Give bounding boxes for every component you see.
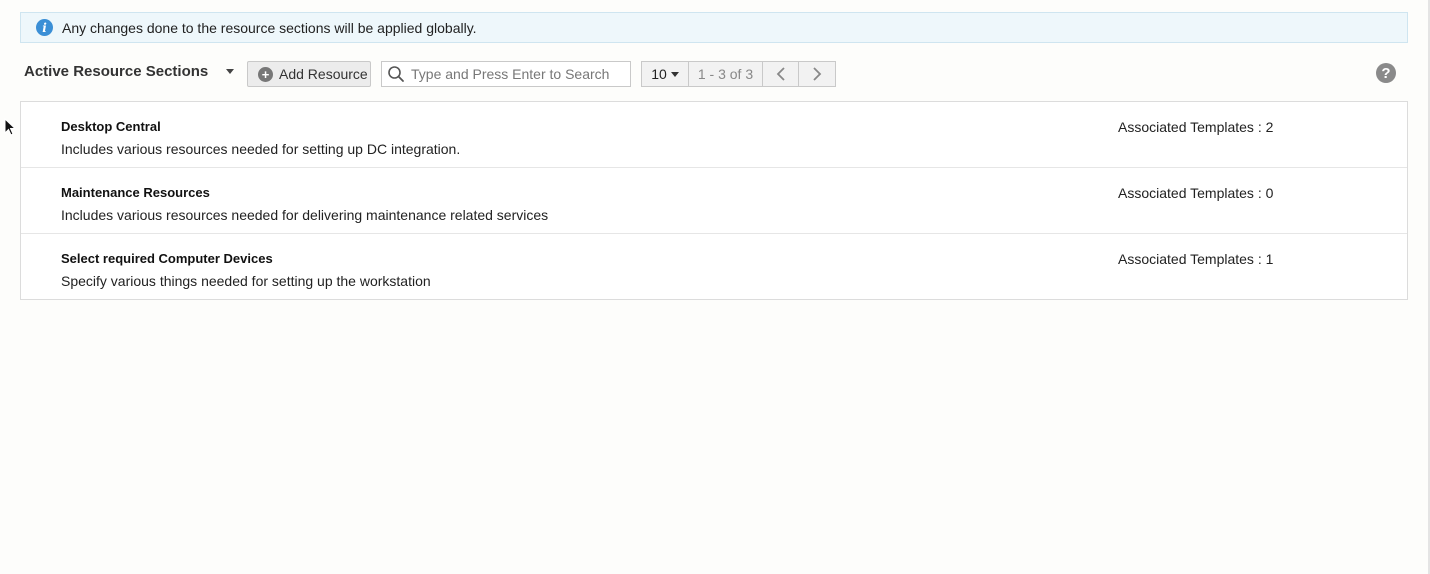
resource-row[interactable]: Maintenance Resources Includes various r… (21, 168, 1407, 234)
chevron-down-icon (226, 69, 235, 74)
associated-templates: Associated Templates : 0 (1118, 185, 1274, 201)
resource-list: Desktop Central Includes various resourc… (20, 101, 1408, 300)
plus-circle-icon: + (258, 66, 273, 82)
page-size-value: 10 (651, 66, 667, 82)
page: i Any changes done to the resource secti… (0, 0, 1430, 574)
mouse-pointer-icon (4, 118, 16, 136)
toolbar: Active Resource Sections + Add Resource … (20, 60, 1408, 88)
info-banner: i Any changes done to the resource secti… (20, 12, 1408, 43)
section-filter-label: Active Resource Sections (24, 63, 209, 80)
resource-description: Includes various resources needed for se… (61, 141, 461, 157)
pagination: 10 1 - 3 of 3 (641, 61, 836, 87)
chevron-right-icon (813, 67, 822, 81)
next-page-button[interactable] (799, 62, 835, 86)
add-resource-button[interactable]: + Add Resource (247, 61, 371, 87)
info-banner-text: Any changes done to the resource section… (62, 19, 477, 36)
info-icon: i (36, 19, 53, 36)
resource-row[interactable]: Desktop Central Includes various resourc… (21, 102, 1407, 168)
page-size-dropdown[interactable]: 10 (642, 62, 689, 86)
associated-templates: Associated Templates : 2 (1118, 119, 1274, 135)
chevron-left-icon (776, 67, 785, 81)
previous-page-button[interactable] (763, 62, 799, 86)
resource-description: Includes various resources needed for de… (61, 207, 549, 223)
resource-description: Specify various things needed for settin… (61, 273, 431, 289)
resource-title[interactable]: Select required Computer Devices (61, 251, 273, 266)
resource-title[interactable]: Desktop Central (61, 119, 161, 134)
search-input[interactable] (411, 66, 616, 82)
chevron-down-icon (670, 71, 679, 77)
help-icon[interactable]: ? (1376, 63, 1396, 83)
section-filter-dropdown[interactable]: Active Resource Sections (24, 63, 235, 80)
resource-title[interactable]: Maintenance Resources (61, 185, 210, 200)
search-box (381, 61, 631, 87)
page-range: 1 - 3 of 3 (689, 62, 763, 86)
search-icon (388, 66, 404, 82)
resource-row[interactable]: Select required Computer Devices Specify… (21, 234, 1407, 299)
add-resource-label: Add Resource (279, 66, 368, 82)
associated-templates: Associated Templates : 1 (1118, 251, 1274, 267)
